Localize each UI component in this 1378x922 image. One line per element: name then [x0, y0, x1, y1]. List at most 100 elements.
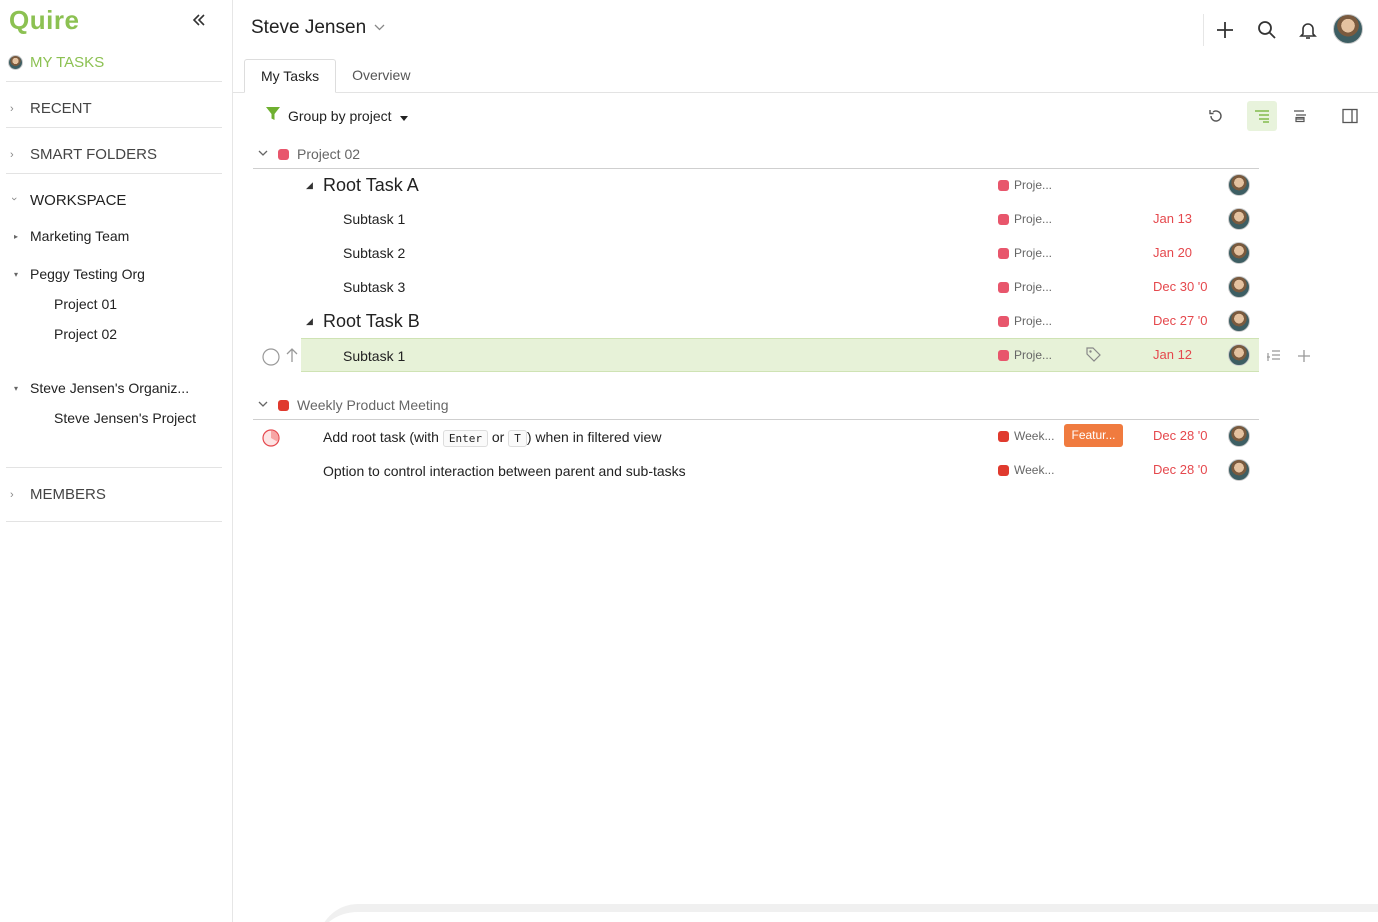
- assignee-avatar[interactable]: [1228, 174, 1250, 196]
- assignee-avatar[interactable]: [1228, 344, 1250, 366]
- gantt-view-icon[interactable]: [1285, 101, 1315, 131]
- task-due-date[interactable]: Dec 30 '0: [1153, 279, 1208, 294]
- project-color-swatch: [278, 148, 289, 160]
- add-icon[interactable]: [1297, 349, 1311, 368]
- task-due-date[interactable]: Dec 28 '0: [1153, 428, 1208, 443]
- task-name[interactable]: Root Task A: [323, 168, 419, 202]
- group-by-filter[interactable]: Group by project: [266, 107, 408, 124]
- group-header-project-02[interactable]: Project 02: [258, 146, 360, 162]
- task-project-cell[interactable]: Week...: [998, 429, 1054, 443]
- add-subtask-icon[interactable]: [1267, 349, 1281, 368]
- side-panel-icon[interactable]: [1335, 101, 1365, 131]
- task-row[interactable]: Subtask 2: [253, 236, 1259, 270]
- search-icon[interactable]: [1255, 18, 1279, 42]
- task-row-selected[interactable]: Subtask 1: [301, 338, 1259, 372]
- project-color-swatch: [998, 247, 1009, 259]
- task-due-date[interactable]: Dec 28 '0: [1153, 462, 1208, 477]
- sidebar-item-my-tasks[interactable]: MY TASKS: [8, 54, 104, 71]
- task-name[interactable]: Option to control interaction between pa…: [323, 454, 686, 488]
- divider: [6, 173, 222, 174]
- group-header-weekly-product-meeting[interactable]: Weekly Product Meeting: [258, 397, 448, 413]
- sidebar-item-label: Project 01: [54, 296, 118, 312]
- refresh-icon[interactable]: [1201, 101, 1231, 131]
- collapse-sidebar-icon[interactable]: [192, 10, 206, 33]
- tag-icon[interactable]: [1086, 347, 1101, 367]
- tab-overview[interactable]: Overview: [336, 59, 426, 93]
- sidebar-item-project-02[interactable]: Project 02: [54, 326, 117, 342]
- expand-triangle-icon[interactable]: ▸: [14, 232, 22, 241]
- task-name[interactable]: Add root task (with Enter or T) when in …: [323, 420, 661, 454]
- task-row[interactable]: Subtask 1: [253, 202, 1259, 236]
- tab-my-tasks[interactable]: My Tasks: [244, 59, 337, 93]
- assignee-avatar[interactable]: [1228, 425, 1250, 447]
- project-color-swatch: [998, 213, 1009, 225]
- tag-badge[interactable]: Featur...: [1064, 424, 1123, 447]
- task-name[interactable]: Subtask 1: [343, 202, 405, 236]
- task-row[interactable]: ◢ Root Task A: [253, 168, 1259, 202]
- project-color-swatch: [998, 464, 1009, 476]
- project-color-swatch: [998, 315, 1009, 327]
- task-project-cell[interactable]: Proje...: [998, 246, 1052, 260]
- task-name[interactable]: Subtask 1: [343, 339, 405, 373]
- sidebar-section-recent[interactable]: › RECENT: [10, 100, 92, 117]
- chevron-down-icon: [258, 149, 270, 160]
- sidebar-item-steve-org[interactable]: ▾ Steve Jensen's Organiz...: [14, 380, 189, 396]
- sidebar-section-workspace[interactable]: › WORKSPACE: [8, 192, 126, 209]
- user-avatar[interactable]: [1333, 14, 1363, 44]
- task-project-cell[interactable]: Proje...: [998, 212, 1052, 226]
- kbd-enter: Enter: [442, 430, 488, 447]
- task-row[interactable]: ◢ Root Task B: [253, 304, 1259, 338]
- collapse-triangle-icon[interactable]: ▾: [14, 384, 22, 393]
- assignee-avatar[interactable]: [1228, 310, 1250, 332]
- task-project-cell[interactable]: Proje...: [998, 280, 1052, 294]
- bell-icon[interactable]: [1296, 18, 1320, 42]
- task-project-label: Proje...: [1014, 280, 1053, 294]
- add-icon[interactable]: [1213, 18, 1237, 42]
- chevron-down-icon: ›: [8, 196, 20, 201]
- task-project-label: Proje...: [1014, 314, 1053, 328]
- collapse-triangle-icon[interactable]: ▾: [14, 270, 22, 279]
- sidebar-section-label: MEMBERS: [30, 486, 106, 503]
- filter-icon: [266, 107, 280, 124]
- page-title-switcher[interactable]: Steve Jensen: [251, 17, 385, 39]
- task-name[interactable]: Subtask 2: [343, 236, 405, 270]
- caret-down-icon: [399, 108, 408, 124]
- group-by-label: Group by project: [288, 107, 392, 124]
- page-title: Steve Jensen: [251, 17, 367, 38]
- sidebar-section-label: SMART FOLDERS: [30, 146, 157, 163]
- task-project-cell[interactable]: Proje...: [998, 314, 1052, 328]
- task-project-cell[interactable]: Week...: [998, 463, 1054, 477]
- task-due-date[interactable]: Jan 20: [1153, 245, 1192, 260]
- task-due-date[interactable]: Jan 12: [1153, 347, 1192, 362]
- complete-checkbox[interactable]: [262, 348, 280, 371]
- collapse-triangle-icon[interactable]: ◢: [306, 316, 313, 327]
- kbd-t: T: [508, 430, 527, 447]
- sidebar-item-project-01[interactable]: Project 01: [54, 296, 117, 312]
- task-name[interactable]: Root Task B: [323, 304, 420, 338]
- collapse-triangle-icon[interactable]: ◢: [306, 180, 313, 191]
- task-due-date[interactable]: Dec 27 '0: [1153, 313, 1208, 328]
- task-project-cell[interactable]: Proje...: [998, 178, 1052, 192]
- quire-logo[interactable]: Quire: [9, 5, 79, 36]
- assignee-avatar[interactable]: [1228, 276, 1250, 298]
- sidebar: Quire MY TASKS › RECENT › SMART FOLDERS …: [0, 0, 233, 922]
- arrow-up-icon[interactable]: [285, 347, 299, 368]
- project-color-swatch: [998, 281, 1009, 293]
- tree-view-icon[interactable]: [1247, 101, 1277, 131]
- sidebar-section-members[interactable]: › MEMBERS: [10, 486, 106, 503]
- avatar: [8, 55, 23, 70]
- sidebar-item-peggy-testing-org[interactable]: ▾ Peggy Testing Org: [14, 266, 145, 282]
- task-name[interactable]: Subtask 3: [343, 270, 405, 304]
- task-row[interactable]: Subtask 3: [253, 270, 1259, 304]
- sidebar-item-marketing-team[interactable]: ▸ Marketing Team: [14, 228, 129, 244]
- divider: [6, 127, 222, 128]
- assignee-avatar[interactable]: [1228, 208, 1250, 230]
- sidebar-section-smart-folders[interactable]: › SMART FOLDERS: [10, 146, 157, 163]
- assignee-avatar[interactable]: [1228, 242, 1250, 264]
- task-project-cell[interactable]: Proje...: [998, 348, 1052, 362]
- task-due-date[interactable]: Jan 13: [1153, 211, 1192, 226]
- task-row[interactable]: Option to control interaction between pa…: [253, 454, 1259, 488]
- sidebar-item-steve-project[interactable]: Steve Jensen's Project: [54, 410, 196, 426]
- assignee-avatar[interactable]: [1228, 459, 1250, 481]
- task-name-text: Add root task (with: [323, 429, 439, 445]
